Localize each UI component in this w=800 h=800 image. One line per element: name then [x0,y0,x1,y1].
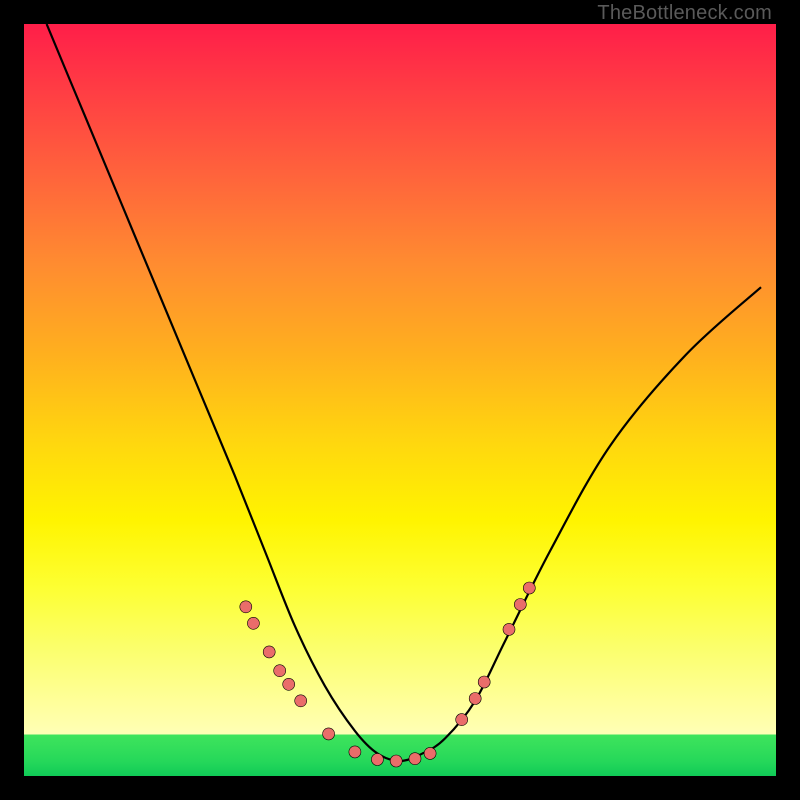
curve-bead [514,599,526,611]
bottleneck-curve-path [47,24,761,761]
curve-bead [478,676,490,688]
curve-bead [295,695,307,707]
curve-bead [503,623,515,635]
curve-bead [371,754,383,766]
curve-bead [424,747,436,759]
curve-bead [523,582,535,594]
curve-bead [390,755,402,767]
curve-bead [349,746,361,758]
chart-plot-area [24,24,776,776]
curve-beads-group [240,582,536,767]
curve-bead [469,693,481,705]
bottleneck-curve-svg [24,24,776,776]
curve-bead [247,617,259,629]
curve-bead [409,753,421,765]
curve-bead [323,728,335,740]
curve-bead [240,601,252,613]
curve-bead [263,646,275,658]
watermark-text: TheBottleneck.com [597,2,772,25]
curve-bead [456,714,468,726]
curve-bead [274,665,286,677]
curve-bead [283,678,295,690]
